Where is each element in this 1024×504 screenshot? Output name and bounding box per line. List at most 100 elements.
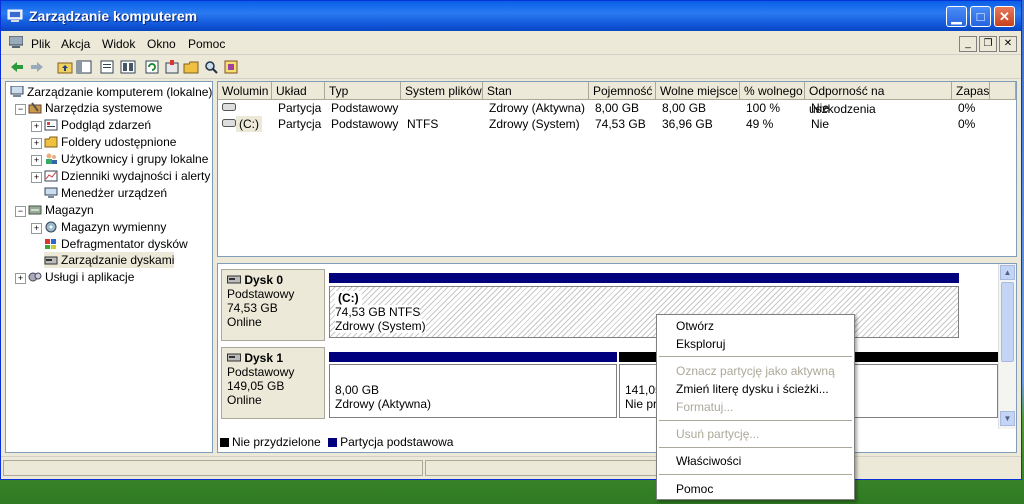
client-area: Zarządzanie komputerem (lokalne) − Narzę…	[5, 81, 1017, 453]
column-header[interactable]: Odporność na uszkodzenia	[805, 82, 952, 116]
column-header[interactable]: Pojemność	[589, 82, 656, 100]
cell-fault-tolerance: Nie	[811, 101, 830, 115]
menu-item-open[interactable]: Otwórz	[658, 317, 853, 335]
tree-label: Zarządzanie komputerem (lokalne)	[27, 85, 213, 99]
disk-type: Podstawowy	[227, 287, 295, 301]
disk-0-info[interactable]: Dysk 0 Podstawowy 74,53 GB Online	[221, 269, 325, 341]
tree-item-removable-storage[interactable]: Magazyn wymienny	[44, 219, 166, 235]
tree-label: Foldery udostępnione	[61, 135, 177, 149]
tree-item-defragmenter[interactable]: Defragmentator dysków	[44, 236, 188, 252]
users-icon	[46, 153, 57, 164]
system-menu-icon[interactable]	[9, 36, 23, 49]
expand-toggle[interactable]: +	[31, 155, 42, 166]
properties-icon[interactable]	[99, 59, 115, 75]
back-icon[interactable]	[9, 59, 25, 75]
expand-toggle[interactable]: +	[15, 273, 26, 284]
cell-free-space: 36,96 GB	[662, 117, 713, 131]
column-header[interactable]: % wolnego	[740, 82, 805, 100]
close-button[interactable]: ✕	[994, 6, 1015, 27]
tree-label: Dzienniki wydajności i alerty	[61, 169, 211, 183]
list-view-icon[interactable]	[120, 59, 136, 75]
tree-item-shared-folders[interactable]: Foldery udostępnione	[44, 134, 176, 150]
expand-toggle[interactable]: +	[31, 172, 42, 183]
expand-toggle[interactable]: +	[31, 121, 42, 132]
tree-item-device-manager[interactable]: Menedżer urządzeń	[44, 185, 167, 201]
disk-status: Online	[227, 315, 262, 329]
vertical-scrollbar[interactable]: ▲ ▼	[998, 264, 1016, 429]
open-icon[interactable]	[183, 59, 199, 75]
menu-item-properties[interactable]: Właściwości	[658, 452, 853, 470]
search-icon[interactable]	[203, 59, 219, 75]
column-header[interactable]: Typ	[325, 82, 401, 100]
disk-icon	[227, 275, 241, 284]
menu-file[interactable]: Plik	[31, 37, 50, 51]
tree-item-disk-management[interactable]: Zarządzanie dyskami	[44, 252, 175, 268]
tree-label: Użytkownicy i grupy lokalne	[61, 152, 209, 166]
cell-layout: Partycja	[278, 117, 322, 131]
cell-free-space: 8,00 GB	[662, 101, 707, 115]
expand-toggle[interactable]: +	[31, 223, 42, 234]
performance-logs-icon	[44, 170, 58, 182]
title-bar[interactable]: Zarządzanie komputerem ▁ □ ✕	[1, 1, 1021, 31]
expand-toggle[interactable]: +	[31, 138, 42, 149]
context-menu: Otwórz Eksploruj Oznacz partycję jako ak…	[656, 314, 855, 500]
scroll-down-button[interactable]: ▼	[1000, 411, 1015, 426]
column-header[interactable]: Wolne miejsce	[656, 82, 740, 100]
mdi-restore-button[interactable]: ❐	[979, 36, 997, 52]
menu-view[interactable]: Widok	[102, 37, 135, 51]
mdi-close-button[interactable]: ✕	[999, 36, 1017, 52]
tree-item-local-users[interactable]: Użytkownicy i grupy lokalne	[44, 151, 208, 167]
tree-item-storage[interactable]: Magazyn	[28, 202, 94, 218]
menu-help[interactable]: Pomoc	[188, 37, 225, 51]
scroll-thumb[interactable]	[1001, 282, 1014, 362]
export-icon[interactable]	[164, 59, 180, 75]
scroll-up-button[interactable]: ▲	[1000, 265, 1015, 280]
disk-management-icon	[44, 256, 58, 265]
column-header[interactable]: Wolumin	[218, 82, 272, 100]
disk-1-info[interactable]: Dysk 1 Podstawowy 149,05 GB Online	[221, 347, 325, 419]
tree-item-root[interactable]: Zarządzanie komputerem (lokalne)	[10, 84, 212, 100]
collapse-toggle[interactable]: −	[15, 104, 26, 115]
minimize-button[interactable]: ▁	[946, 6, 967, 27]
help-icon[interactable]	[223, 59, 239, 75]
maximize-button[interactable]: □	[970, 6, 991, 27]
tree-item-perf-logs[interactable]: Dzienniki wydajności i alerty	[44, 168, 210, 184]
tree-item-services[interactable]: Usługi i aplikacje	[28, 269, 134, 285]
computer-management-window: Zarządzanie komputerem ▁ □ ✕ Plik Akcja …	[0, 0, 1022, 480]
collapse-toggle[interactable]: −	[15, 206, 26, 217]
legend-unallocated: Nie przydzielone	[232, 435, 321, 449]
partition-8gb[interactable]: 8,00 GB Zdrowy (Aktywna)	[329, 364, 617, 418]
mdi-minimize-button[interactable]: _	[959, 36, 977, 52]
menu-item-change-letter[interactable]: Zmień literę dysku i ścieżki...	[658, 380, 853, 398]
menu-item-help[interactable]: Pomoc	[658, 480, 853, 498]
column-header[interactable]: System plików	[401, 82, 483, 100]
menu-separator	[659, 447, 852, 448]
menu-separator	[659, 420, 852, 421]
cell-capacity: 74,53 GB	[595, 117, 646, 131]
defragmenter-icon	[45, 239, 56, 249]
computer-icon	[10, 86, 24, 97]
toolbar	[1, 56, 1021, 79]
column-header[interactable]: Zapas	[952, 82, 990, 100]
refresh-icon[interactable]	[144, 59, 160, 75]
tree-item-event-viewer[interactable]: Podgląd zdarzeń	[44, 117, 151, 133]
legend-swatch-unallocated	[220, 438, 229, 447]
partition-size: 74,53 GB NTFS	[335, 305, 421, 319]
up-folder-icon[interactable]	[57, 59, 73, 75]
tree-label: Podgląd zdarzeń	[61, 118, 152, 132]
menu-window[interactable]: Okno	[147, 37, 176, 51]
menu-item-explore[interactable]: Eksploruj	[658, 335, 853, 353]
tree-item-system-tools[interactable]: Narzędzia systemowe	[28, 100, 162, 116]
menu-item-mark-active: Oznacz partycję jako aktywną	[676, 364, 835, 378]
legend: Nie przydzielone Partycja podstawowa	[220, 435, 453, 449]
legend-swatch-primary	[328, 438, 338, 447]
tree-label: Narzędzia systemowe	[45, 101, 163, 115]
primary-partition-bar	[329, 352, 617, 362]
forward-icon[interactable]	[29, 59, 45, 75]
partition-c[interactable]: (C:) 74,53 GB NTFS Zdrowy (System)	[329, 286, 959, 338]
column-header[interactable]: Stan	[483, 82, 589, 100]
cell-layout: Partycja	[278, 101, 322, 115]
show-tree-icon[interactable]	[76, 59, 92, 75]
menu-action[interactable]: Akcja	[61, 37, 90, 51]
column-header[interactable]: Układ	[272, 82, 325, 100]
